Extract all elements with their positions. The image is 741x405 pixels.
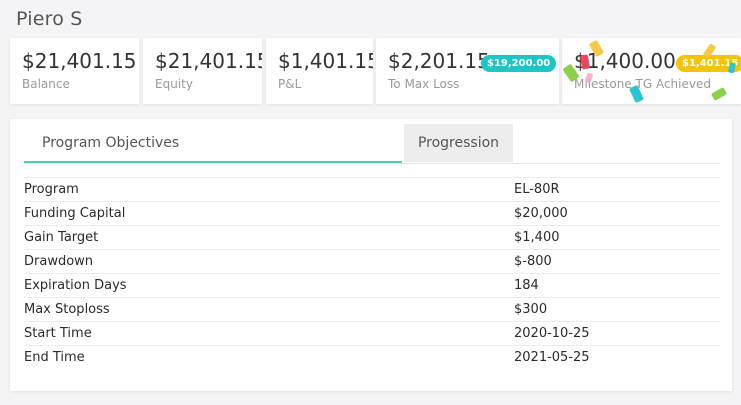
table-row: Max Stoploss $300 xyxy=(24,298,720,322)
pnl-value: $1,401.15 xyxy=(278,49,373,73)
row-label: Drawdown xyxy=(24,254,94,269)
row-value: EL-80R xyxy=(514,182,560,197)
tab-progression[interactable]: Progression xyxy=(404,124,513,162)
max-loss-value: $2,201.15 xyxy=(388,49,490,73)
table-row: End Time 2021-05-25 xyxy=(24,346,720,369)
max-loss-badge: $19,200.00 xyxy=(481,55,557,72)
milestone-value: $1,400.00 xyxy=(574,49,676,73)
max-loss-label: To Max Loss xyxy=(388,77,460,91)
objectives-panel: Program Objectives Progression Program E… xyxy=(10,119,732,391)
user-name: Piero S xyxy=(16,8,83,30)
table-row: Drawdown $-800 xyxy=(24,250,720,274)
table-row: Funding Capital $20,000 xyxy=(24,202,720,226)
row-value: $20,000 xyxy=(514,206,568,221)
tab-program-objectives[interactable]: Program Objectives xyxy=(24,124,402,163)
table-row: Program EL-80R xyxy=(24,178,720,202)
stat-card-balance: $21,401.15 Balance xyxy=(10,38,139,104)
table-row: Expiration Days 184 xyxy=(24,274,720,298)
table-row: Start Time 2020-10-25 xyxy=(24,322,720,346)
row-value: 2021-05-25 xyxy=(514,350,590,365)
row-value: $-800 xyxy=(514,254,552,269)
table-row: Gain Target $1,400 xyxy=(24,226,720,250)
row-value: $300 xyxy=(514,302,548,317)
objectives-table: Program EL-80R Funding Capital $20,000 G… xyxy=(24,177,720,369)
row-label: Start Time xyxy=(24,326,92,341)
stat-card-pnl: $1,401.15 P&L xyxy=(266,38,373,104)
balance-label: Balance xyxy=(22,77,70,91)
row-label: End Time xyxy=(24,350,85,365)
row-value: $1,400 xyxy=(514,230,560,245)
row-label: Gain Target xyxy=(24,230,99,245)
stats-row: $21,401.15 Balance $21,401.15 Equity $1,… xyxy=(10,38,741,104)
row-label: Funding Capital xyxy=(24,206,126,221)
stat-card-milestone: $1,400.00 Milestone TG Achieved $1,401.1… xyxy=(562,38,741,104)
tab-bar: Program Objectives Progression xyxy=(24,124,720,164)
stat-card-equity: $21,401.15 Equity xyxy=(143,38,262,104)
pnl-label: P&L xyxy=(278,77,302,91)
row-value: 2020-10-25 xyxy=(514,326,590,341)
row-label: Expiration Days xyxy=(24,278,127,293)
milestone-label: Milestone TG Achieved xyxy=(574,77,711,91)
confetti-piece xyxy=(710,87,728,101)
equity-value: $21,401.15 xyxy=(155,49,262,73)
balance-value: $21,401.15 xyxy=(22,49,137,73)
stat-card-max-loss: $2,201.15 To Max Loss $19,200.00 xyxy=(376,38,559,104)
equity-label: Equity xyxy=(155,77,193,91)
row-label: Program xyxy=(24,182,79,197)
row-label: Max Stoploss xyxy=(24,302,110,317)
row-value: 184 xyxy=(514,278,539,293)
